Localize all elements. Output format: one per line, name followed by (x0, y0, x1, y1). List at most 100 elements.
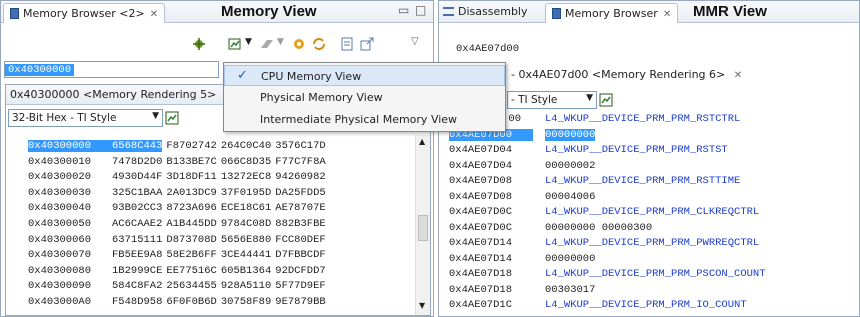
table-row: 0x40300030 325C1BAA 2A013DC9 37F0195D DA25FD… (28, 187, 330, 200)
memory-value[interactable]: 264C0C40 (221, 140, 271, 152)
memory-value[interactable]: EE77516C (166, 265, 216, 277)
memory-value[interactable]: 9E7879BB (275, 296, 325, 308)
row-address: 0x4AE07D1C (449, 299, 513, 311)
memory-value[interactable]: 93B02CC3 (112, 202, 162, 214)
memory-value[interactable]: 066C8D35 (221, 156, 271, 168)
chevron-down-icon[interactable]: ▼ (245, 37, 252, 47)
refresh-icon[interactable] (291, 36, 307, 52)
close-icon[interactable]: ✕ (150, 9, 158, 20)
memory-value[interactable]: A1B445DD (166, 218, 216, 230)
memory-value[interactable]: 13272EC8 (221, 171, 271, 183)
row-address: 0x40300060 (28, 233, 92, 246)
connect-icon[interactable] (191, 36, 207, 52)
memory-value[interactable]: D7FBBCDF (275, 249, 325, 261)
memory-value[interactable]: 325C1BAA (112, 187, 162, 199)
memory-value[interactable]: 30758F89 (221, 296, 271, 308)
scrollbar[interactable]: ▲ ▼ (415, 135, 430, 315)
menu-item-physical-memory-view[interactable]: Physical Memory View (224, 87, 505, 108)
scroll-up-icon[interactable]: ▲ (419, 137, 425, 146)
memory-value[interactable]: F77C7F8A (275, 156, 325, 168)
memory-value[interactable]: 92DCFDD7 (275, 265, 325, 277)
memory-value[interactable]: 25634455 (166, 280, 216, 292)
register-name[interactable]: L4_WKUP__DEVICE_PRM_PRM_RSTCTRL (545, 113, 740, 125)
register-value[interactable]: 00000000 (545, 128, 596, 141)
memory-value[interactable]: 584C8FA2 (112, 280, 162, 292)
address-input[interactable]: 0x40300000 (4, 61, 219, 78)
chevron-down-icon[interactable]: ▼ (277, 37, 284, 47)
close-icon[interactable]: ✕ (663, 9, 671, 20)
row-address: 0x4AE07D18 (449, 283, 513, 296)
scroll-down-icon[interactable]: ▼ (419, 301, 425, 310)
memory-value[interactable]: F548D958 (112, 296, 162, 308)
memory-value[interactable]: DA25FDD5 (275, 187, 325, 199)
memory-value[interactable]: 94260982 (275, 171, 325, 183)
memory-value[interactable]: 3576C17D (275, 140, 325, 152)
new-page-icon[interactable] (339, 36, 355, 52)
memory-value[interactable]: 3D18DF11 (166, 171, 216, 183)
render-tab[interactable]: - 0x4AE07d00 <Memory Rendering 6> ✕ (507, 65, 859, 85)
memory-value[interactable]: AC6CAAE2 (112, 218, 162, 230)
minimize-icon[interactable]: ▭ (398, 3, 409, 17)
memory-value[interactable]: 7478D2D0 (112, 156, 162, 168)
erase-icon[interactable] (259, 36, 275, 52)
close-icon[interactable]: ✕ (734, 70, 742, 81)
register-name[interactable]: L4_WKUP__DEVICE_PRM_PRM_PSCON_COUNT (545, 268, 766, 280)
memory-value[interactable]: 8723A696 (166, 202, 216, 214)
view-menu-icon[interactable]: ▽ (411, 36, 419, 47)
memory-icon (10, 8, 19, 19)
memory-icon (552, 8, 561, 19)
memory-value[interactable]: FCC80DEF (275, 234, 325, 246)
memory-value[interactable]: 37F0195D (221, 187, 271, 199)
scroll-thumb[interactable] (418, 215, 428, 241)
format-select[interactable]: - TI Style ▼ (507, 91, 597, 109)
memory-value[interactable]: 63715111 (112, 234, 162, 246)
register-name[interactable]: L4_WKUP__DEVICE_PRM_PRM_PWRREQCTRL (545, 237, 759, 249)
register-value[interactable]: 00303017 (545, 284, 595, 296)
memory-value[interactable]: D873708D (166, 234, 216, 246)
memory-value[interactable]: B133BE7C (166, 156, 216, 168)
memory-value[interactable]: 605B1364 (221, 265, 271, 277)
row-address: 0x40300070 (28, 249, 92, 262)
memory-value[interactable]: 5656E880 (221, 234, 271, 246)
memory-value[interactable]: F8702742 (166, 140, 216, 152)
memory-value[interactable]: 3CE44441 (221, 249, 271, 261)
format-select[interactable]: 32-Bit Hex - TI Style ▼ (8, 109, 163, 127)
memory-value[interactable]: 6F0F0B6D (166, 296, 216, 308)
memory-value[interactable]: 6568C443 (112, 140, 163, 152)
row-address: 0x4AE07D08 (449, 175, 513, 187)
register-value[interactable]: 00000002 (545, 160, 595, 172)
maximize-icon[interactable]: □ (415, 3, 426, 17)
register-value[interactable]: 00000000 00000300 (545, 222, 652, 234)
menu-item-cpu-memory-view[interactable]: ✓ CPU Memory View (224, 65, 505, 86)
register-name[interactable]: L4_WKUP__DEVICE_PRM_PRM_RSTTIME (545, 175, 740, 187)
memory-value[interactable]: 928A5110 (221, 280, 271, 292)
memory-view-selector-icon[interactable] (227, 36, 243, 52)
register-name[interactable]: L4_WKUP__DEVICE_PRM_PRM_RSTST (545, 144, 728, 156)
menu-item-intermediate-physical-memory-view[interactable]: Intermediate Physical Memory View (224, 109, 505, 130)
address-input[interactable]: 0x4AE07d00 (443, 39, 855, 56)
memory-value[interactable]: 58E2B6FF (166, 249, 216, 261)
memory-value[interactable]: ECE18C61 (221, 202, 271, 214)
row-address: 0x4AE07D14 (449, 237, 513, 249)
memory-value[interactable]: 1B2999CE (112, 265, 162, 277)
memory-value[interactable]: 5F77D9EF (275, 280, 325, 292)
register-value[interactable]: 00000000 (545, 253, 595, 265)
left-toolbar: ▼ ▼ ▽ (181, 36, 431, 56)
memory-value[interactable]: 2A013DC9 (166, 187, 216, 199)
memory-value[interactable]: 4930D44F (112, 171, 162, 183)
register-name[interactable]: L4_WKUP__DEVICE_PRM_PRM_CLKREQCTRL (545, 206, 759, 218)
memory-value[interactable]: AE78707E (275, 202, 325, 214)
new-rendering-icon[interactable] (598, 92, 614, 108)
tab-disassembly[interactable]: Disassembly (443, 5, 528, 18)
tab-memory-browser[interactable]: Memory Browser ✕ (545, 3, 679, 23)
tab-label: Memory Browser <2> (23, 7, 145, 20)
tab-memory-browser-2[interactable]: Memory Browser <2> ✕ (3, 3, 166, 23)
memory-value[interactable]: FB5EE9A8 (112, 249, 162, 261)
memory-value[interactable]: 882B3FBE (275, 218, 325, 230)
export-icon[interactable] (359, 36, 375, 52)
sync-icon[interactable] (311, 36, 327, 52)
memory-value[interactable]: 9784C08D (221, 218, 271, 230)
register-value[interactable]: 00004006 (545, 191, 595, 203)
register-name[interactable]: L4_WKUP__DEVICE_PRM_PRM_IO_COUNT (545, 299, 747, 311)
new-rendering-icon[interactable] (164, 110, 180, 126)
